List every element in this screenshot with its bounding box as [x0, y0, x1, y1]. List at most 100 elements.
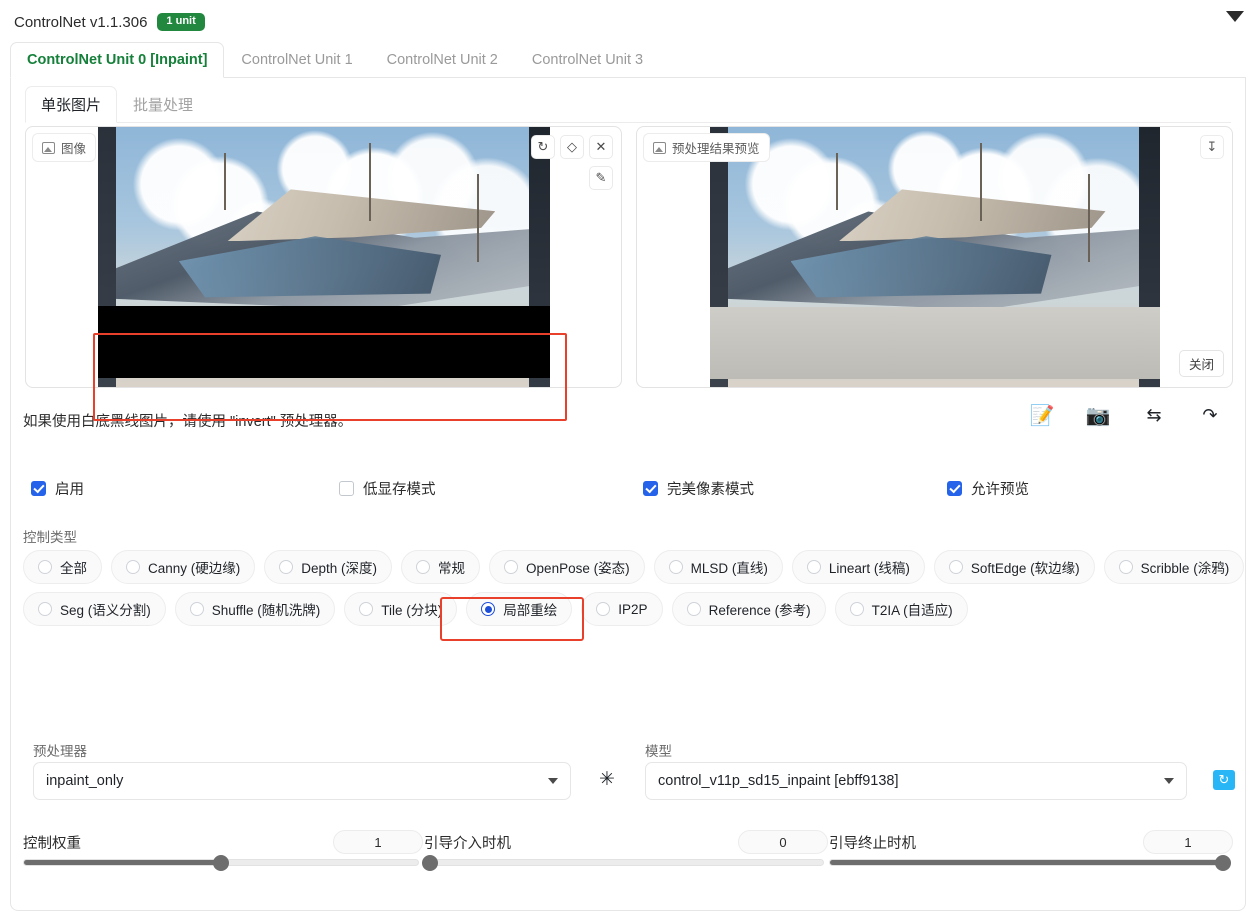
- tab-controlnet-unit-3[interactable]: ControlNet Unit 3: [515, 42, 660, 77]
- control-type-all-label: 全部: [60, 561, 87, 576]
- control-type-normal-label: 常规: [438, 561, 466, 576]
- undo-icon[interactable]: ↻: [531, 135, 555, 159]
- model-label: 模型: [645, 744, 672, 759]
- explosion-icon[interactable]: ✳: [599, 770, 615, 789]
- checkbox-enable[interactable]: 启用: [31, 478, 84, 499]
- tab-controlnet-unit-0[interactable]: ControlNet Unit 0 [Inpaint]: [10, 42, 225, 78]
- control-type-depth[interactable]: Depth (深度): [264, 550, 393, 584]
- checkbox-allow-preview[interactable]: 允许预览: [947, 478, 1029, 499]
- invert-hint-text: 如果使用白底黑线图片，请使用 "invert" 预处理器。: [23, 414, 353, 430]
- radio-dot[interactable]: [416, 560, 431, 574]
- refresh-icon[interactable]: ↻: [1213, 770, 1235, 790]
- send-icon[interactable]: ↷: [1193, 400, 1227, 430]
- checkbox-allow-preview-box[interactable]: [947, 481, 962, 496]
- control-type-ip2p-label: IP2P: [618, 601, 648, 617]
- preview-pane-tag: 预处理结果预览: [643, 133, 770, 162]
- radio-dot[interactable]: [38, 602, 52, 616]
- radio-dot[interactable]: [126, 560, 140, 574]
- control-type-mlsd[interactable]: MLSD (直线): [653, 550, 783, 584]
- preprocess-preview-pane[interactable]: 预处理结果预览 ↧ 关闭: [636, 126, 1233, 388]
- image-canvas[interactable]: [26, 127, 621, 387]
- radio-dot[interactable]: [596, 602, 611, 616]
- input-image: [97, 127, 550, 387]
- checkbox-pixel-perfect-box[interactable]: [643, 481, 658, 496]
- guidance-end-value[interactable]: 1: [1143, 830, 1233, 854]
- control-type-lineart[interactable]: Lineart (线稿): [791, 550, 925, 584]
- guidance-start-knob[interactable]: [422, 855, 438, 871]
- control-type-label: 控制类型: [23, 530, 77, 545]
- control-type-seg[interactable]: Seg (语义分割): [23, 592, 166, 626]
- model-select[interactable]: control_v11p_sd15_inpaint [ebff9138]: [645, 762, 1187, 800]
- radio-dot[interactable]: [948, 560, 963, 574]
- chevron-down-icon: [548, 778, 558, 784]
- guidance-start-label: 引导介入时机: [424, 836, 511, 852]
- download-icon[interactable]: ↧: [1200, 135, 1224, 159]
- control-type-openpose[interactable]: OpenPose (姿态): [489, 550, 645, 584]
- control-type-inpaint-label: 局部重绘: [503, 603, 558, 618]
- eraser-icon[interactable]: ◇: [560, 135, 584, 159]
- control-weight-knob[interactable]: [213, 855, 229, 871]
- radio-dot[interactable]: [806, 560, 821, 574]
- guidance-start-slider[interactable]: [422, 855, 824, 871]
- radio-dot[interactable]: [686, 602, 701, 616]
- close-preview-button[interactable]: 关闭: [1178, 350, 1224, 377]
- control-type-openpose-label: OpenPose (姿态): [526, 561, 630, 576]
- preview-canvas: [637, 127, 1232, 387]
- guidance-end-knob[interactable]: [1215, 855, 1231, 871]
- radio-dot[interactable]: [359, 602, 374, 616]
- tab-single-image[interactable]: 单张图片: [25, 86, 118, 123]
- checkbox-enable-box[interactable]: [31, 481, 46, 496]
- checkbox-low-vram[interactable]: 低显存模式: [339, 478, 436, 499]
- radio-dot[interactable]: [504, 560, 519, 574]
- chevron-down-icon: [1164, 778, 1174, 784]
- control-type-lineart-label: Lineart (线稿): [828, 561, 910, 576]
- radio-dot[interactable]: [1118, 560, 1133, 574]
- preprocessor-select[interactable]: inpaint_only: [33, 762, 571, 800]
- camera-icon[interactable]: 📷: [1081, 400, 1115, 430]
- control-weight-label: 控制权重: [23, 836, 81, 852]
- control-weight-slider[interactable]: [23, 855, 419, 871]
- brush-icon[interactable]: ✎: [589, 166, 613, 190]
- control-type-shuffle[interactable]: Shuffle (随机洗牌): [174, 592, 336, 626]
- checkbox-low-vram-box[interactable]: [339, 481, 354, 496]
- checkbox-pixel-perfect-label: 完美像素模式: [667, 482, 754, 498]
- control-weight-value[interactable]: 1: [333, 830, 423, 854]
- control-type-canny-label: Canny (硬边缘): [148, 561, 241, 576]
- control-type-mlsd-label: MLSD (直线): [690, 561, 768, 576]
- control-type-softedge[interactable]: SoftEdge (软边缘): [933, 550, 1095, 584]
- control-type-inpaint[interactable]: 局部重绘: [466, 592, 573, 626]
- control-type-shuffle-label: Shuffle (随机洗牌): [211, 603, 321, 618]
- control-type-reference[interactable]: Reference (参考): [671, 592, 826, 626]
- control-type-canny[interactable]: Canny (硬边缘): [111, 550, 256, 584]
- caret-down-icon[interactable]: [1226, 11, 1244, 22]
- swap-icon[interactable]: ⇆: [1137, 400, 1171, 430]
- radio-dot-selected[interactable]: [481, 602, 496, 616]
- radio-dot[interactable]: [279, 560, 294, 574]
- close-icon[interactable]: ✕: [589, 135, 613, 159]
- tab-batch-process[interactable]: 批量处理: [117, 86, 209, 122]
- radio-dot[interactable]: [189, 602, 204, 616]
- edit-document-icon[interactable]: 📝: [1025, 400, 1059, 430]
- radio-dot[interactable]: [849, 602, 864, 616]
- radio-dot[interactable]: [668, 560, 683, 574]
- model-value: control_v11p_sd15_inpaint [ebff9138]: [658, 773, 899, 789]
- tab-controlnet-unit-2[interactable]: ControlNet Unit 2: [370, 42, 515, 77]
- image-toolbar: ↻ ◇ ✕: [531, 135, 613, 159]
- control-type-ip2p[interactable]: IP2P: [581, 592, 663, 626]
- control-type-tile[interactable]: Tile (分块): [344, 592, 458, 626]
- guidance-start-value[interactable]: 0: [738, 830, 828, 854]
- control-type-normal[interactable]: 常规: [401, 550, 481, 584]
- control-type-row-1: 全部 Canny (硬边缘) Depth (深度) 常规 OpenPose (姿…: [23, 550, 1245, 584]
- tab-controlnet-unit-1[interactable]: ControlNet Unit 1: [224, 42, 369, 77]
- unit-tabs: ControlNet Unit 0 [Inpaint] ControlNet U…: [10, 42, 1246, 78]
- image-input-pane[interactable]: 图像 ↻ ◇ ✕ ✎: [25, 126, 622, 388]
- brush-toolbar: ✎: [589, 166, 613, 190]
- radio-dot[interactable]: [38, 560, 52, 574]
- control-type-t2ia[interactable]: T2IA (自适应): [834, 592, 968, 626]
- control-type-all[interactable]: 全部: [23, 550, 102, 584]
- action-icons: 📝 📷 ⇆ ↷: [1025, 400, 1227, 430]
- control-type-softedge-label: SoftEdge (软边缘): [970, 561, 1080, 576]
- control-type-scribble[interactable]: Scribble (涂鸦): [1103, 550, 1245, 584]
- checkbox-pixel-perfect[interactable]: 完美像素模式: [643, 478, 754, 499]
- guidance-end-slider[interactable]: [829, 855, 1231, 871]
